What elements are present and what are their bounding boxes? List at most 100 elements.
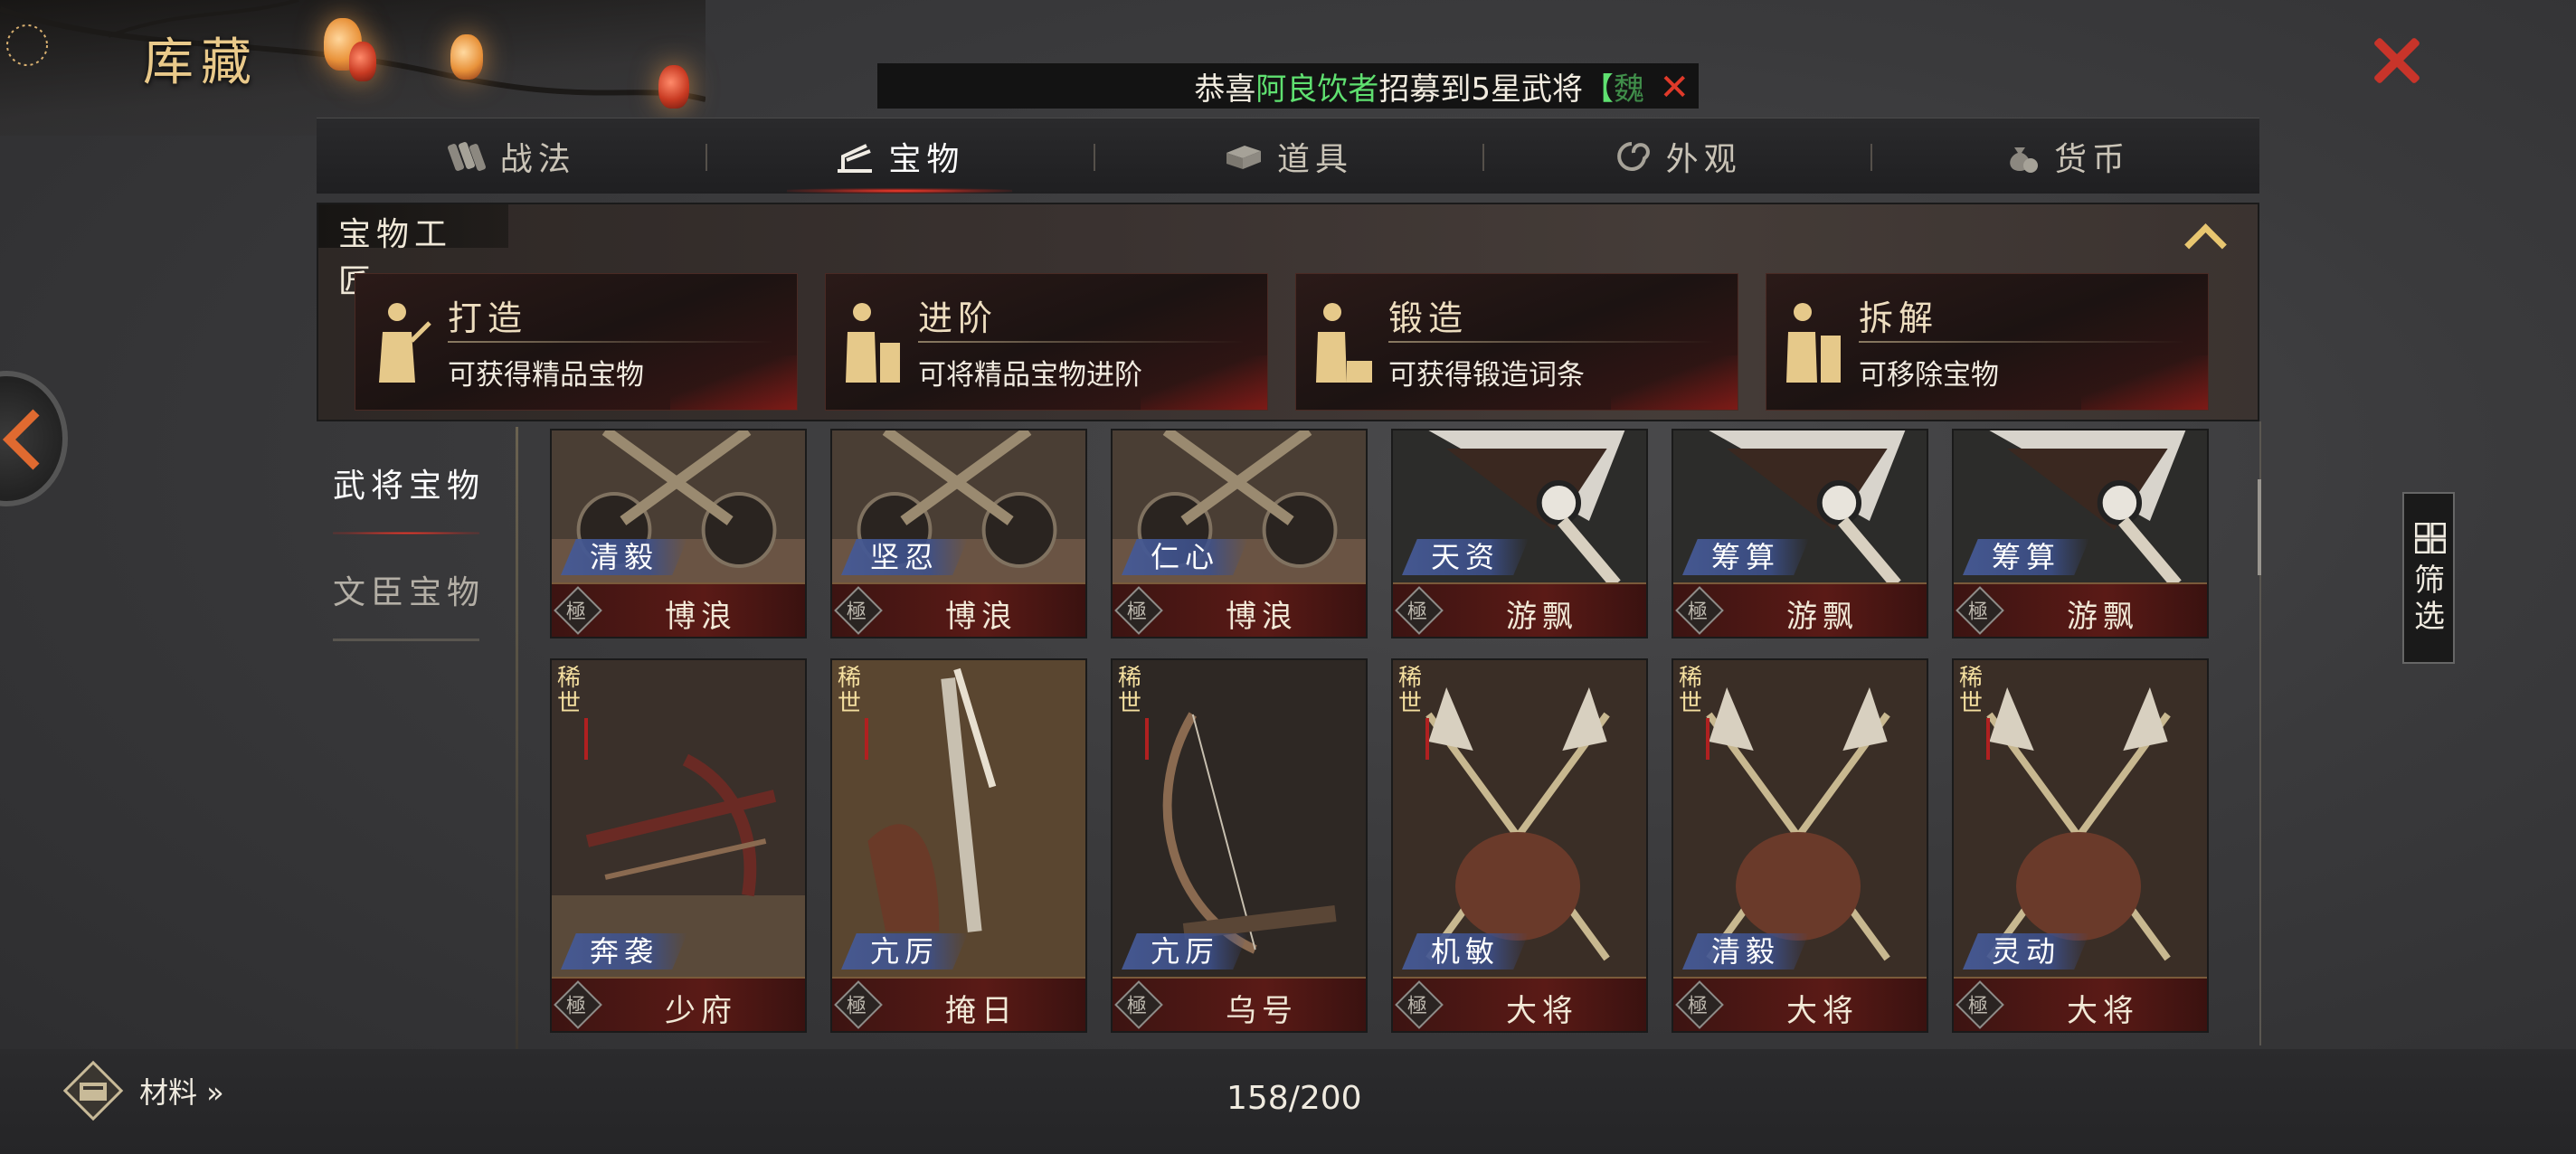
trait-tag: 天资	[1402, 539, 1529, 575]
treasure-name: 游飘	[2067, 599, 2139, 635]
treasure-card[interactable]: 稀世 清毅極 大将	[1672, 658, 1928, 1033]
materials-label: 材料 »	[139, 1075, 224, 1110]
lantern-icon	[658, 65, 689, 109]
rare-badge: 稀世	[838, 666, 881, 760]
trait-tag: 仁心	[1122, 539, 1248, 575]
card-name: 拆解	[1859, 298, 1939, 338]
card-desc: 可移除宝物	[1859, 359, 1999, 392]
card-name: 打造	[448, 298, 528, 338]
card-name: 进阶	[918, 298, 999, 338]
swirl-icon	[1616, 141, 1650, 171]
grade-label: 極	[565, 601, 586, 624]
treasure-card[interactable]: 仁心極 博浪	[1111, 429, 1368, 638]
treasure-name: 掩日	[945, 993, 1018, 1029]
tab-appearance[interactable]: 外观	[1482, 118, 1871, 194]
treasure-card[interactable]: 稀世奔袭極 少府	[550, 658, 807, 1033]
tab-treasures[interactable]: 宝物	[705, 118, 1094, 194]
trait-tag: 机敏	[1402, 933, 1529, 970]
treasure-card[interactable]: 稀世 灵动極 大将	[1952, 658, 2209, 1033]
name-bar: 極 乌号	[1113, 977, 1366, 1031]
treasure-card[interactable]: 清毅極 博浪	[550, 429, 807, 638]
treasure-name: 少府	[665, 993, 737, 1029]
grade-diamond-icon: 極	[1114, 980, 1163, 1029]
trait-tag: 筹算	[1682, 539, 1809, 575]
grade-label: 極	[1406, 601, 1427, 624]
craft-card[interactable]: 打造 可获得精品宝物	[355, 273, 798, 411]
category-active-underline	[333, 532, 479, 534]
grade-label: 極	[1967, 995, 1988, 1018]
trait-tag: 坚忍	[841, 539, 968, 575]
grade-label: 極	[846, 601, 867, 624]
treasure-name: 游飘	[1506, 599, 1578, 635]
tab-items[interactable]: 道具	[1094, 118, 1482, 194]
treasure-card[interactable]: 坚忍極 博浪	[830, 429, 1087, 638]
treasure-artisan-panel: 宝物工匠 打造 可获得精品宝物 进阶 可将精品宝物进阶 锻造 可获得锻造词条 拆…	[317, 203, 2259, 421]
treasure-card[interactable]: 天资極 游飘	[1391, 429, 1648, 638]
broadcast-middle: 招募到5星武将	[1378, 71, 1583, 108]
treasure-name: 乌号	[1226, 993, 1298, 1029]
treasure-card[interactable]: 稀世 亢厉極 掩日	[830, 658, 1087, 1033]
trait-tag: 奔袭	[561, 933, 687, 970]
tab-label: 道具	[1276, 140, 1353, 178]
trait-tag: 亢厉	[1122, 933, 1248, 970]
rare-badge: 稀世	[557, 666, 601, 760]
tab-label: 货币	[2054, 140, 2131, 178]
category-general-treasures[interactable]: 武将宝物	[318, 459, 499, 506]
tab-currency[interactable]: 货币	[1870, 118, 2259, 194]
grade-label: 極	[1406, 995, 1427, 1018]
item-box-icon	[1226, 145, 1261, 169]
name-bar: 極 游飘	[1673, 582, 1927, 637]
filter-button[interactable]: 筛选	[2402, 492, 2455, 664]
card-divider	[448, 341, 773, 343]
tab-label: 外观	[1665, 140, 1742, 178]
rare-badge: 稀世	[1959, 666, 2003, 760]
card-name: 锻造	[1388, 298, 1469, 338]
name-bar: 極 游飘	[1393, 582, 1646, 637]
treasure-card[interactable]: 筹算極 游飘	[1952, 429, 2209, 638]
page-title: 库藏	[143, 33, 259, 92]
broadcast-player: 阿良饮者	[1255, 71, 1379, 108]
forge-card[interactable]: 锻造 可获得锻造词条	[1295, 273, 1738, 411]
broadcast-close-icon[interactable]: ✕	[1659, 67, 1690, 109]
name-bar: 極 掩日	[832, 977, 1085, 1031]
scrollbar-thumb[interactable]	[2258, 479, 2261, 575]
card-divider	[918, 341, 1244, 343]
money-bag-icon	[2010, 147, 2039, 173]
grade-diamond-icon: 極	[1114, 586, 1163, 635]
close-button[interactable]	[2364, 29, 2428, 92]
category-minister-treasures[interactable]: 文臣宝物	[318, 566, 499, 613]
treasure-card[interactable]: 筹算極 游飘	[1672, 429, 1928, 638]
craftsman-icon	[379, 303, 431, 383]
name-bar: 極 游飘	[1954, 582, 2207, 637]
materials-button[interactable]: 材料 »	[62, 1055, 224, 1127]
tab-label: 宝物	[888, 140, 965, 178]
card-divider	[1388, 341, 1714, 343]
broadcast-prefix: 恭喜	[1194, 71, 1256, 108]
treasure-name: 游飘	[1786, 599, 1859, 635]
grade-diamond-icon: 極	[1956, 980, 2004, 1029]
collapse-chevron-icon[interactable]	[2185, 222, 2221, 250]
name-bar: 極 博浪	[552, 582, 805, 637]
advance-card[interactable]: 进阶 可将精品宝物进阶	[825, 273, 1268, 411]
card-divider	[1859, 341, 2184, 343]
name-bar: 極 少府	[552, 977, 805, 1031]
trait-tag: 清毅	[561, 539, 687, 575]
treasure-name: 博浪	[945, 599, 1018, 635]
scroll-bundle-icon	[447, 141, 486, 171]
grade-diamond-icon: 極	[1675, 980, 1724, 1029]
name-bar: 極 大将	[1673, 977, 1927, 1031]
treasure-name: 大将	[2067, 993, 2139, 1029]
tab-tactics[interactable]: 战法	[317, 118, 706, 194]
treasure-name: 博浪	[1226, 599, 1298, 635]
grade-label: 極	[1126, 995, 1147, 1018]
trait-tag: 筹算	[1963, 539, 2089, 575]
grade-label: 極	[1967, 601, 1988, 624]
category-underline	[333, 638, 479, 641]
grade-label: 極	[565, 995, 586, 1018]
treasure-card[interactable]: 稀世 亢厉極 乌号	[1111, 658, 1368, 1033]
dismantle-card[interactable]: 拆解 可移除宝物	[1766, 273, 2209, 411]
grade-diamond-icon: 極	[554, 586, 602, 635]
grade-diamond-icon: 極	[1956, 586, 2004, 635]
treasure-card[interactable]: 稀世 机敏極 大将	[1391, 658, 1648, 1033]
materials-chest-icon	[62, 1060, 124, 1121]
